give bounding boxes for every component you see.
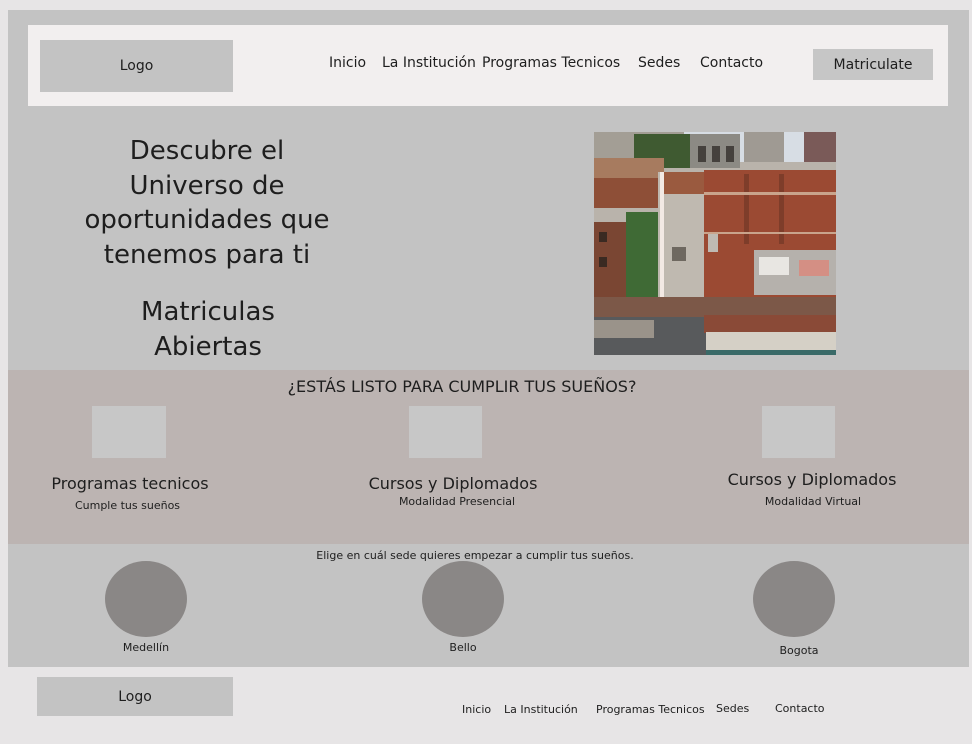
- nav-programas-tecnicos[interactable]: Programas Tecnicos: [482, 55, 620, 71]
- footer-nav-contacto[interactable]: Contacto: [775, 702, 825, 715]
- nav-la-institucion[interactable]: La Institución: [382, 55, 476, 71]
- hero-subheadline: Matriculas Abiertas: [141, 297, 275, 362]
- footer-logo[interactable]: Logo: [37, 677, 233, 716]
- header-logo[interactable]: Logo: [40, 40, 233, 92]
- programs-section-title: ¿ESTÁS LISTO PARA CUMPLIR TUS SUEÑOS?: [287, 377, 637, 396]
- program-card-image: [92, 406, 166, 458]
- campus-bello-label[interactable]: Bello: [413, 641, 513, 654]
- campus-medellin-image[interactable]: [105, 561, 187, 637]
- matriculate-button-label: Matriculate: [833, 56, 913, 73]
- program-card-subtitle: Cumple tus sueños: [74, 499, 181, 512]
- footer-nav-la-institucion[interactable]: La Institución: [504, 703, 578, 716]
- footer-nav-programas-tecnicos[interactable]: Programas Tecnicos: [596, 703, 705, 716]
- matriculate-button[interactable]: Matriculate: [813, 49, 933, 80]
- nav-inicio[interactable]: Inicio: [329, 55, 366, 71]
- hero-headline: Descubre el Universo de oportunidades qu…: [84, 136, 330, 270]
- footer-nav-sedes[interactable]: Sedes: [716, 702, 749, 715]
- campus-bogota-image[interactable]: [753, 561, 835, 637]
- nav-contacto[interactable]: Contacto: [700, 55, 763, 71]
- footer-logo-label: Logo: [118, 688, 152, 705]
- virtual-card-subtitle: Modalidad Virtual: [764, 495, 862, 508]
- presencial-card-subtitle: Modalidad Presencial: [398, 495, 516, 508]
- nav-sedes[interactable]: Sedes: [638, 55, 680, 71]
- campus-bello-image[interactable]: [422, 561, 504, 637]
- virtual-card-title[interactable]: Cursos y Diplomados: [702, 470, 922, 489]
- footer-nav-inicio[interactable]: Inicio: [462, 703, 491, 716]
- header-logo-label: Logo: [119, 58, 154, 74]
- presencial-card-title[interactable]: Cursos y Diplomados: [343, 474, 563, 493]
- campus-photo: [594, 132, 836, 355]
- presencial-card-image: [409, 406, 482, 458]
- campuses-intro: Elige en cuál sede quieres empezar a cum…: [316, 549, 634, 562]
- virtual-card-image: [762, 406, 835, 458]
- campus-bogota-label[interactable]: Bogota: [749, 644, 849, 657]
- campus-medellin-label[interactable]: Medellín: [96, 641, 196, 654]
- program-card-title[interactable]: Programas tecnicos: [20, 474, 240, 493]
